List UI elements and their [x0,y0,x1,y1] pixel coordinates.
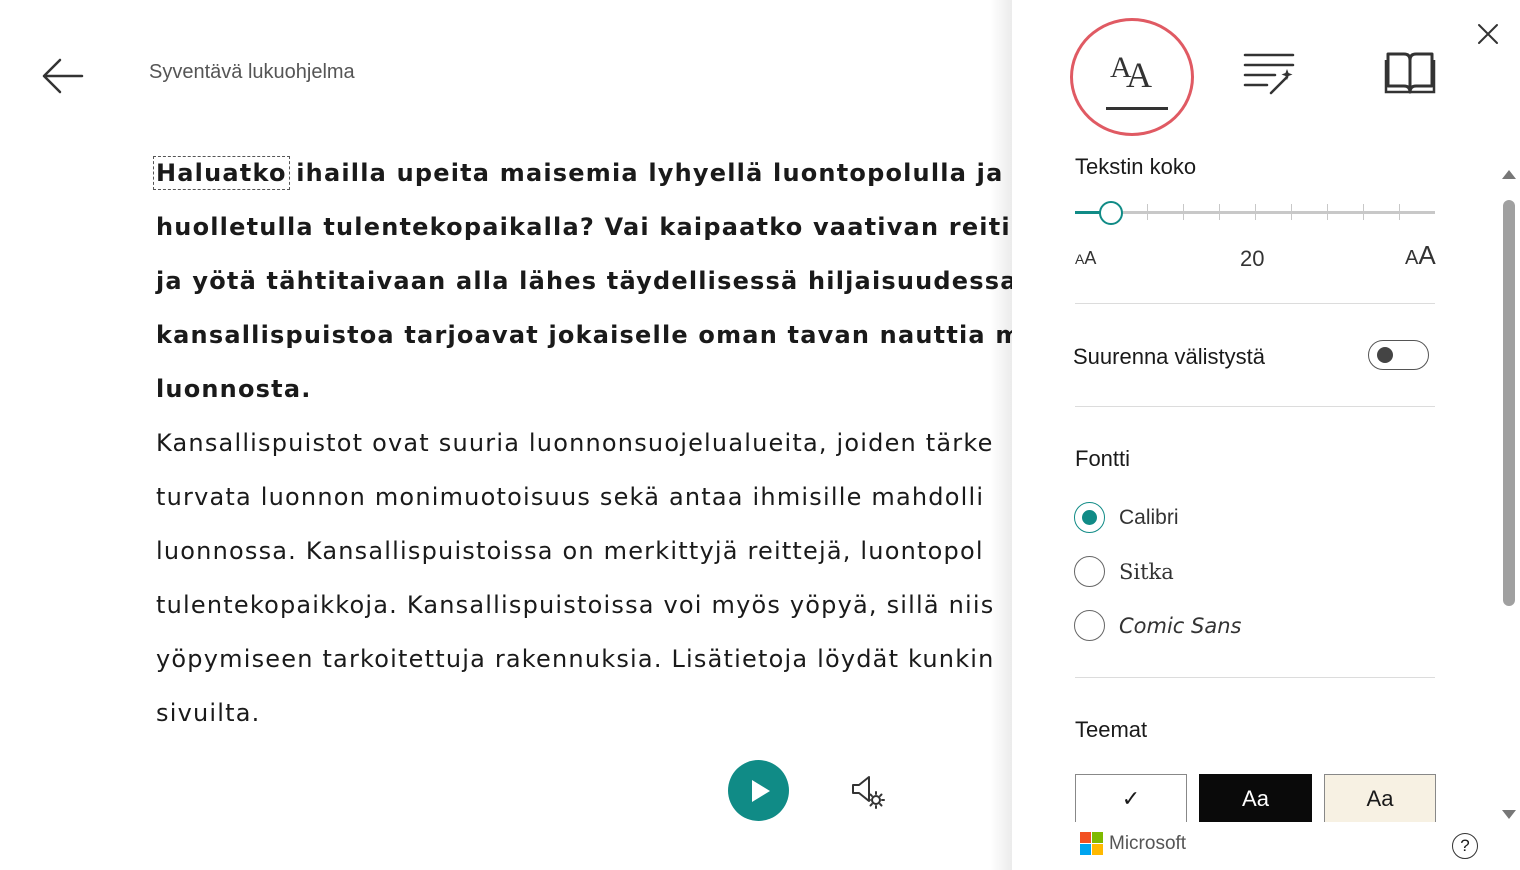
divider [1075,677,1435,678]
play-button[interactable] [728,760,789,821]
microsoft-logo-icon [1080,832,1103,855]
font-option-comic-sans[interactable]: Comic Sans [1074,610,1241,641]
help-icon: ? [1460,836,1470,855]
reader-text: Haluatko ihailla upeita maisemia lyhyell… [153,146,1012,740]
radio-dot [1082,510,1097,525]
book-icon [1384,52,1436,94]
voice-settings-button[interactable] [846,770,888,812]
slider-tick [1219,204,1220,220]
back-button[interactable] [36,52,88,100]
text-line: tulentekopaikkoja. Kansallispuistoissa v… [156,591,995,619]
scroll-down-arrow[interactable] [1502,810,1516,819]
themes-label: Teemat [1075,717,1148,742]
text-line: luonnosta. [156,375,312,403]
microsoft-logo: Microsoft [1080,832,1186,855]
slider-tick [1255,204,1256,220]
reader-area: Syventävä lukuohjelma Haluatko ihailla u… [0,0,1012,870]
slider-tick [1183,204,1184,220]
text-size-min-icon: AA [1075,248,1097,268]
text-line: kansallispuistoa tarjoavat jokaiselle om… [156,321,1012,349]
tab-grammar-options[interactable] [1236,44,1302,100]
theme-swatch-cream[interactable]: Aa [1324,774,1436,822]
text-line: ja yötä tähtitaivaan alla lähes täydelli… [156,267,1012,295]
close-button[interactable] [1474,20,1502,48]
text-line: Kansallispuistot ovat suuria luonnonsuoj… [156,429,994,457]
text-size-glyph-large: A [1126,55,1152,95]
radio-button[interactable] [1074,556,1105,587]
microsoft-brand-text: Microsoft [1109,832,1187,854]
immersive-reader: Syventävä lukuohjelma Haluatko ihailla u… [0,0,1520,870]
grammar-wand-icon [1243,53,1295,95]
font-option-calibri[interactable]: Calibri [1074,502,1179,533]
slider-tick [1327,204,1328,220]
tab-text-options[interactable]: A A [1090,36,1176,116]
font-label: Fontti [1075,446,1131,471]
help-button[interactable]: ? [1452,833,1478,859]
close-icon [1478,24,1498,44]
text-line: sivuilta. [156,699,261,727]
text-line-content: ihailla upeita maisemia lyhyellä luontop… [286,159,1012,187]
panel-shadow [990,0,1012,870]
toggle-knob [1377,347,1393,363]
spacing-toggle[interactable] [1368,340,1429,370]
highlighted-word[interactable]: Haluatko [153,156,290,190]
scroll-up-arrow[interactable] [1502,170,1516,179]
text-line: luonnossa. Kansallispuistoissa on merkit… [156,537,984,565]
text-line: turvata luonnon monimuotoisuus sekä anta… [156,483,985,511]
divider [1075,303,1435,304]
text-size-max-icon: AA [1405,240,1436,270]
theme-swatch-dark[interactable]: Aa [1199,774,1312,822]
text-line: Haluatko ihailla upeita maisemia lyhyell… [153,146,1012,200]
slider-tick [1291,204,1292,220]
arrow-left-icon [42,58,84,94]
font-option-sitka[interactable]: Sitka [1074,556,1174,587]
text-line: yöpymiseen tarkoitettuja rakennuksia. Li… [156,645,995,673]
app-title: Syventävä lukuohjelma [149,61,355,83]
text-size-label: Tekstin koko [1075,154,1197,179]
slider-tick [1399,204,1400,220]
divider [1075,406,1435,407]
play-icon [751,779,770,802]
font-option-label: Comic Sans [1119,613,1242,638]
text-size-slider-thumb[interactable] [1099,201,1123,225]
font-option-label: Calibri [1119,505,1179,529]
radio-button[interactable] [1074,502,1105,533]
scroll-thumb[interactable] [1503,200,1515,606]
voice-settings-icon [852,776,885,809]
font-option-label: Sitka [1119,559,1174,584]
text-size-icon: A A [1106,51,1168,110]
tab-reading-preferences[interactable] [1380,44,1440,100]
slider-tick [1363,204,1364,220]
radio-button[interactable] [1074,610,1105,641]
text-line: huolletulla tulentekopaikalla? Vai kaipa… [156,213,1012,241]
theme-swatch-light[interactable]: ✓ [1075,774,1187,822]
text-size-value: 20 [1240,246,1265,271]
spacing-label: Suurenna välistystä [1073,344,1265,369]
slider-tick [1147,204,1148,220]
